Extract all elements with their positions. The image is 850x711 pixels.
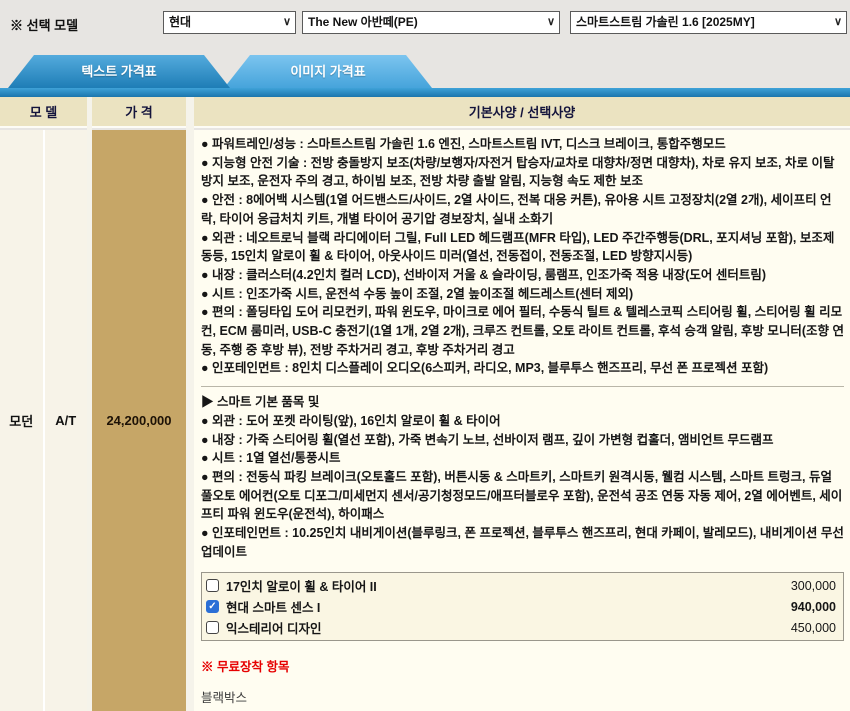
selector-label: ※ 선택 모델 [10,15,78,34]
spec-line: ● 외관 : 도어 포켓 라이팅(앞), 16인치 알로이 휠 & 타이어 [201,412,844,431]
model-select-value: The New 아반떼(PE) [308,15,418,29]
tab-text-price-label: 텍스트 가격표 [81,64,156,79]
model-cell: 모던 A/T [0,130,87,711]
option-row[interactable]: 익스테리어 디자인 450,000 [202,617,843,638]
option-price: 300,000 [791,579,836,593]
transmission: A/T [45,130,88,711]
section-divider [201,386,844,387]
base-spec-list: ● 파워트레인/성능 : 스마트스트림 가솔린 1.6 엔진, 스마트스트림 I… [201,135,844,378]
spec-line: ● 편의 : 폴딩타입 도어 리모컨키, 파워 윈도우, 마이크로 에어 필터,… [201,303,844,359]
spec-line: ● 시트 : 1열 열선/통풍시트 [201,449,844,468]
tab-image-price-label: 이미지 가격표 [290,64,365,79]
option-label: 17인치 알로이 휠 & 타이어 II [226,576,377,595]
tab-text-price[interactable]: 텍스트 가격표 [8,55,230,88]
options-block: 17인치 알로이 휠 & 타이어 II 300,000 ✓ 현대 스마트 센스 I 94… [201,572,844,641]
chevron-down-icon: ∨ [834,12,842,33]
option-price: 940,000 [791,600,836,614]
spec-line: ▶ 스마트 기본 품목 및 [201,393,844,412]
header-spec: 기본사양 / 선택사양 [194,97,850,128]
spec-line: ● 안전 : 8에어백 시스템(1열 어드밴스드/사이드, 2열 사이드, 전복… [201,191,844,228]
spec-line: ● 내장 : 가죽 스티어링 휠(열선 포함), 가죽 변속기 노브, 선바이저… [201,431,844,450]
option-price: 450,000 [791,621,836,635]
header-price: 가 격 [92,97,186,128]
spec-line: ● 파워트레인/성능 : 스마트스트림 가솔린 1.6 엔진, 스마트스트림 I… [201,135,844,154]
chevron-down-icon: ∨ [283,12,291,33]
spec-line: ● 편의 : 전동식 파킹 브레이크(오토홀드 포함), 버튼시동 & 스마트키… [201,468,844,524]
spec-line: ● 시트 : 인조가죽 시트, 운전석 수동 높이 조절, 2열 높이조절 헤드… [201,285,844,304]
checkbox-checked-icon[interactable]: ✓ [206,600,219,613]
header-model: 모 델 [0,97,87,128]
brand-select[interactable]: 현대 ∨ [163,11,296,34]
spec-line: ● 내장 : 클러스터(4.2인치 컬러 LCD), 선바이저 거울 & 슬라이… [201,266,844,285]
checkbox-unchecked-icon[interactable] [206,621,219,634]
free-item: 블랙박스 [201,687,844,706]
price-value: 24,200,000 [106,413,171,428]
trim-name: 모던 [0,130,45,711]
brand-select-value: 현대 [169,15,191,29]
chevron-down-icon: ∨ [547,12,555,33]
tab-image-price[interactable]: 이미지 가격표 [224,55,432,88]
spec-line: ● 지능형 안전 기술 : 전방 충돌방지 보조(차량/보행자/자전거 탑승자/… [201,154,844,191]
spec-line: ● 인포테인먼트 : 10.25인치 내비게이션(블루링크, 폰 프로젝션, 블… [201,524,844,561]
free-items-title: ※ 무료장착 항목 [201,656,844,675]
price-table-page: ※ 선택 모델 현대 ∨ The New 아반떼(PE) ∨ 스마트스트림 가솔… [0,0,850,711]
column-divider [186,97,194,711]
price-cell: 24,200,000 [92,130,186,711]
trim-select-value: 스마트스트림 가솔린 1.6 [2025MY] [576,15,755,29]
smart-spec-list: ▶ 스마트 기본 품목 및● 외관 : 도어 포켓 라이팅(앞), 16인치 알… [201,393,844,561]
option-row[interactable]: 17인치 알로이 휠 & 타이어 II 300,000 [202,575,843,596]
trim-select[interactable]: 스마트스트림 가솔린 1.6 [2025MY] ∨ [570,11,847,34]
model-select[interactable]: The New 아반떼(PE) ∨ [302,11,560,34]
column-divider [87,97,92,711]
option-label: 익스테리어 디자인 [226,618,321,637]
tab-underline-bar [0,88,850,97]
option-row[interactable]: ✓ 현대 스마트 센스 I 940,000 [202,596,843,617]
spec-line: ● 인포테인먼트 : 8인치 디스플레이 오디오(6스피커, 라디오, MP3,… [201,359,844,378]
free-items-list: 블랙박스 [201,687,844,706]
checkbox-unchecked-icon[interactable] [206,579,219,592]
spec-cell: ● 파워트레인/성능 : 스마트스트림 가솔린 1.6 엔진, 스마트스트림 I… [194,130,850,711]
spec-line: ● 외관 : 네오트로닉 블랙 라디에이터 그릴, Full LED 헤드램프(… [201,229,844,266]
option-label: 현대 스마트 센스 I [226,597,320,616]
